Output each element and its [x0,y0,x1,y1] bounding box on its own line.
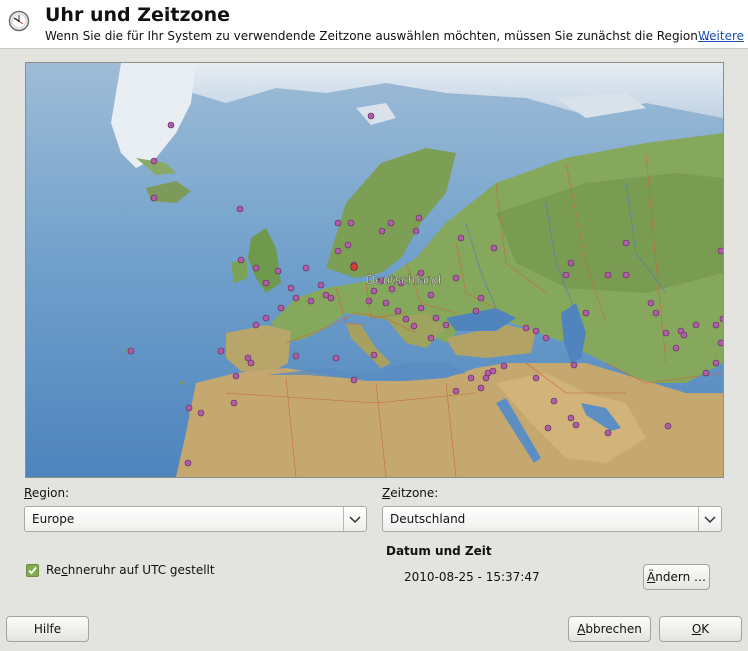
cancel-button[interactable]: Abbrechen [568,616,651,642]
chevron-down-icon[interactable] [343,507,366,531]
header: Uhr und Zeitzone Wenn Sie die für Ihr Sy… [0,0,748,49]
timezone-select[interactable]: Deutschland [382,506,722,532]
region-label: Region: [24,486,70,500]
datetime-value: 2010-08-25 - 15:37:47 [404,570,540,584]
ok-button[interactable]: OK [659,616,742,642]
timezone-label: Zeitzone: [382,486,439,500]
utc-checkbox[interactable] [26,564,39,577]
clock-icon [8,10,30,32]
more-link[interactable]: Weitere [698,29,744,43]
region-value: Europe [32,512,75,526]
utc-checkbox-label[interactable]: Rechneruhr auf UTC gestellt [46,563,215,577]
checkmark-icon [28,566,37,575]
selected-city-marker[interactable] [350,263,358,271]
region-select[interactable]: Europe [24,506,367,532]
help-button[interactable]: Hilfe [6,616,89,642]
change-datetime-button[interactable]: Ändern … [643,564,710,590]
timezone-map[interactable]: Deutschland [25,62,724,478]
selected-timezone-label: Deutschland [366,273,441,287]
page-subtitle: Wenn Sie die für Ihr System zu verwenden… [45,29,714,43]
chevron-down-icon[interactable] [698,507,721,531]
datetime-heading: Datum und Zeit [386,544,492,558]
timezone-value: Deutschland [390,512,466,526]
page-title: Uhr und Zeitzone [45,4,230,26]
